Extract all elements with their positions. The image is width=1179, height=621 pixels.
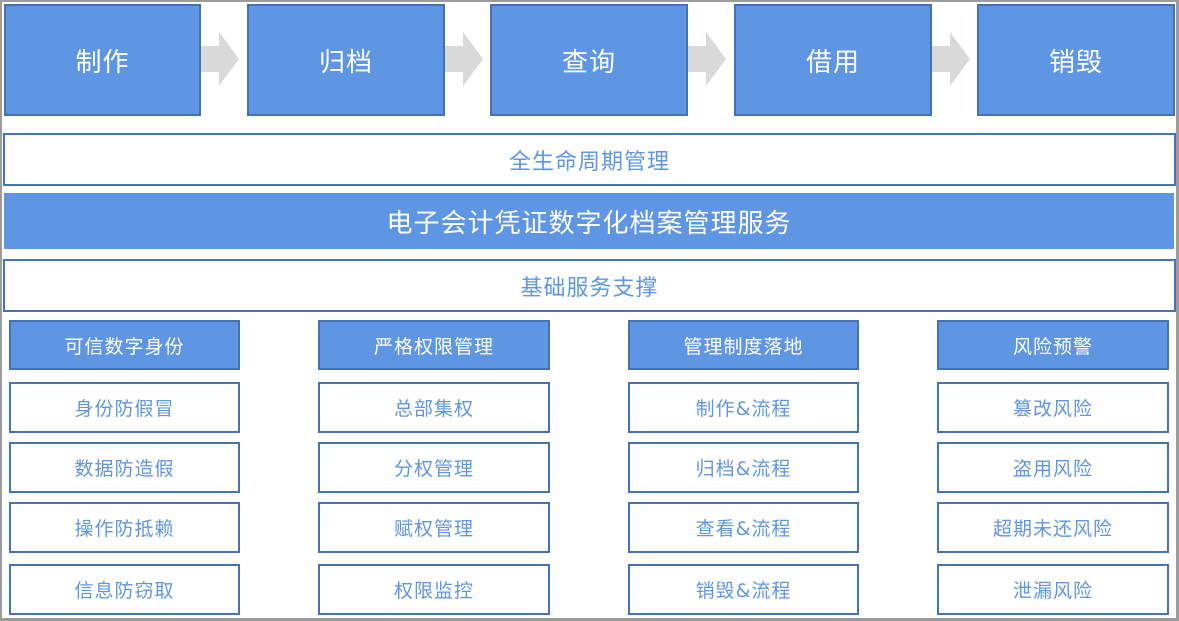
stage-label: 制作 [75,47,130,78]
column-item-label: 分权管理 [393,458,474,480]
column-item: 查看&流程 [628,502,859,553]
column-item-label: 信息防窃取 [74,580,175,602]
band-label: 全生命周期管理 [508,149,670,175]
column-item-label: 身份防假冒 [74,398,175,420]
column-item-label: 超期未还风险 [992,518,1113,540]
right-arrow-icon [688,32,726,86]
right-arrow-icon [201,32,239,86]
band-title: 电子会计凭证数字化档案管理服务 [386,208,792,239]
column-header-policy-implementation: 管理制度落地 [628,320,859,370]
right-arrow-icon [445,32,483,86]
column-item: 操作防抵赖 [9,502,240,553]
column-item: 超期未还风险 [937,502,1169,553]
band-label: 基础服务支撑 [520,275,659,301]
stage-create: 制作 [4,4,201,116]
column-item: 盗用风险 [937,442,1169,493]
column-item-label: 销毁&流程 [695,580,792,602]
column-item: 权限监控 [318,564,550,615]
stage-query: 查询 [490,4,688,116]
stage-label: 归档 [318,47,373,78]
column-item: 总部集权 [318,382,550,433]
column-header-label: 管理制度落地 [683,335,804,358]
column-header-risk-warning: 风险预警 [937,320,1169,370]
column-item-label: 制作&流程 [695,398,792,420]
column-item-label: 查看&流程 [695,518,792,540]
column-item-label: 赋权管理 [393,518,474,540]
column-item: 分权管理 [318,442,550,493]
column-item: 赋权管理 [318,502,550,553]
column-item: 数据防造假 [9,442,240,493]
column-item: 归档&流程 [628,442,859,493]
column-item-label: 泄漏风险 [1012,580,1093,602]
column-item-label: 篡改风险 [1012,398,1093,420]
column-item-label: 数据防造假 [74,458,175,480]
stage-label: 查询 [561,47,616,78]
column-item: 身份防假冒 [9,382,240,433]
stage-borrow: 借用 [734,4,932,116]
column-item: 泄漏风险 [937,564,1169,615]
column-item: 销毁&流程 [628,564,859,615]
column-item: 信息防窃取 [9,564,240,615]
stage-label: 借用 [805,47,860,78]
stage-destroy: 销毁 [977,4,1175,116]
column-item-label: 操作防抵赖 [74,518,175,540]
column-item-label: 总部集权 [393,398,474,420]
column-item-label: 权限监控 [393,580,474,602]
column-item: 篡改风险 [937,382,1169,433]
right-arrow-icon [932,32,970,86]
column-header-trusted-identity: 可信数字身份 [9,320,240,370]
column-item-label: 盗用风险 [1012,458,1093,480]
column-header-permission-management: 严格权限管理 [318,320,550,370]
band-lifecycle-management: 全生命周期管理 [3,133,1176,186]
band-main-service: 电子会计凭证数字化档案管理服务 [4,193,1174,249]
column-header-label: 可信数字身份 [64,335,185,358]
column-item-label: 归档&流程 [695,458,792,480]
column-header-label: 严格权限管理 [373,335,494,358]
band-foundation-support: 基础服务支撑 [3,259,1176,312]
column-item: 制作&流程 [628,382,859,433]
stage-label: 销毁 [1048,47,1103,78]
column-header-label: 风险预警 [1012,335,1093,358]
stage-archive: 归档 [247,4,445,116]
